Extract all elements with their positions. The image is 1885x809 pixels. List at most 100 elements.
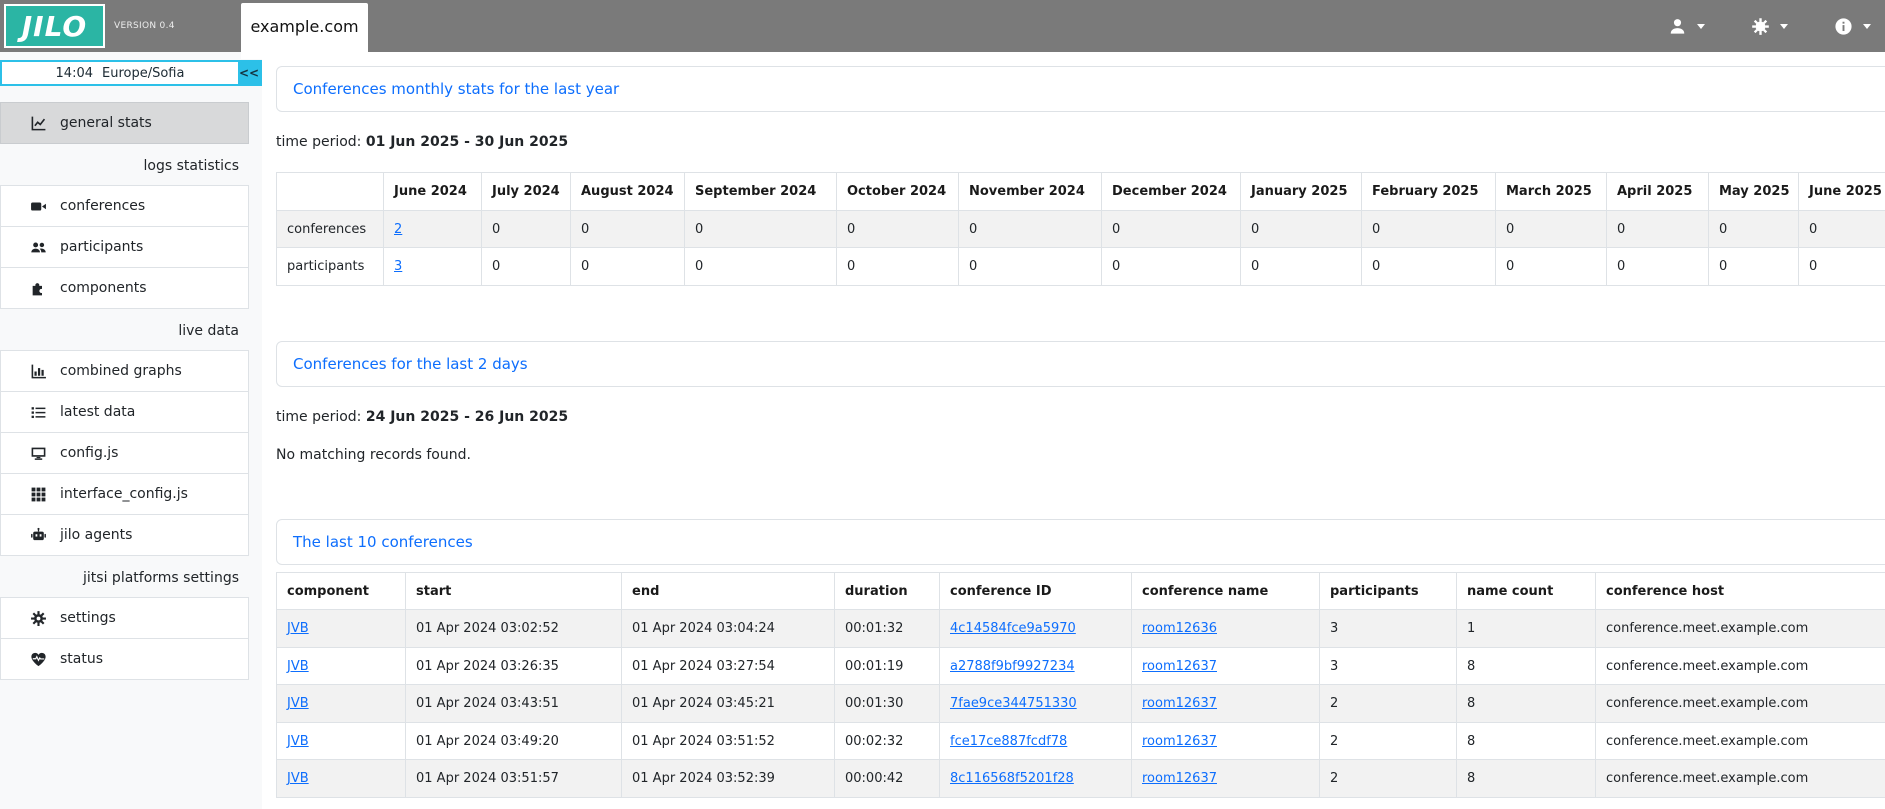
sidebar: 14:04 Europe/Sofia << general statslogs … — [0, 52, 262, 809]
sidebar-item-label: interface_config.js — [60, 486, 188, 502]
video-icon — [30, 198, 47, 215]
sidebar-item-general-stats[interactable]: general stats — [0, 102, 249, 144]
table-cell: 0 — [1102, 248, 1241, 286]
table-cell: 2 — [1320, 685, 1457, 723]
settings-menu[interactable] — [1751, 17, 1788, 36]
tab-example-com[interactable]: example.com — [241, 3, 368, 59]
table-cell: 0 — [482, 248, 571, 286]
time-period-value: 01 Jun 2025 - 30 Jun 2025 — [366, 134, 568, 150]
sidebar-section-label: live data — [0, 319, 249, 343]
sidebar-collapse-button[interactable]: << — [238, 62, 260, 84]
table-cell: JVB — [277, 722, 406, 760]
info-menu[interactable] — [1834, 17, 1871, 36]
table-cell: 8 — [1457, 647, 1596, 685]
table-cell: fce17ce887fcdf78 — [940, 722, 1132, 760]
table-cell: 01 Apr 2024 03:04:24 — [622, 610, 835, 648]
sidebar-nav: general statslogs statisticsconferencesp… — [0, 102, 262, 680]
user-menu[interactable] — [1668, 17, 1705, 36]
component-link[interactable]: JVB — [287, 659, 309, 674]
sidebar-item-config-js[interactable]: config.js — [0, 432, 249, 474]
list-icon — [30, 404, 47, 421]
table-row: JVB01 Apr 2024 03:49:2001 Apr 2024 03:51… — [277, 722, 1885, 760]
section-last-2-days: Conferences for the last 2 days time per… — [276, 341, 1885, 463]
conference-id-link[interactable]: fce17ce887fcdf78 — [950, 734, 1067, 749]
table-row: JVB01 Apr 2024 03:02:5201 Apr 2024 03:04… — [277, 610, 1885, 648]
table-cell: 01 Apr 2024 03:26:35 — [406, 647, 622, 685]
section-monthly-stats: Conferences monthly stats for the last y… — [276, 66, 1885, 286]
person-icon — [1668, 17, 1687, 36]
desktop-icon — [30, 445, 47, 462]
conference-id-link[interactable]: 8c116568f5201f28 — [950, 771, 1074, 786]
conference-id-link[interactable]: 7fae9ce344751330 — [950, 696, 1077, 711]
panel-monthly-stats: Conferences monthly stats for the last y… — [276, 66, 1885, 112]
column-header: conference host — [1596, 572, 1885, 610]
column-header: end — [622, 572, 835, 610]
table-cell: participants — [277, 248, 384, 286]
cell-link[interactable]: 2 — [394, 222, 402, 237]
column-header: November 2024 — [959, 173, 1102, 211]
table-cell: JVB — [277, 685, 406, 723]
table-cell: conference.meet.example.com — [1596, 722, 1885, 760]
table-cell: a2788f9bf9927234 — [940, 647, 1132, 685]
table-cell: 0 — [685, 248, 837, 286]
table-row: JVB01 Apr 2024 03:43:5101 Apr 2024 03:45… — [277, 685, 1885, 723]
table-cell: 0 — [1799, 248, 1885, 286]
sidebar-item-participants[interactable]: participants — [0, 226, 249, 268]
sidebar-item-latest-data[interactable]: latest data — [0, 391, 249, 433]
sidebar-item-interface-config-js[interactable]: interface_config.js — [0, 473, 249, 515]
table-header-row: June 2024July 2024August 2024September 2… — [277, 173, 1885, 211]
component-link[interactable]: JVB — [287, 771, 309, 786]
gear-icon — [1751, 17, 1770, 36]
panel-last-10-conferences: The last 10 conferences — [276, 519, 1885, 565]
table-cell: 0 — [1799, 210, 1885, 248]
component-link[interactable]: JVB — [287, 696, 309, 711]
table-cell: 0 — [959, 248, 1102, 286]
conference-id-link[interactable]: a2788f9bf9927234 — [950, 659, 1075, 674]
info-icon — [1834, 17, 1853, 36]
table-cell: 3 — [384, 248, 482, 286]
column-header: July 2024 — [482, 173, 571, 211]
conference-name-link[interactable]: room12637 — [1142, 771, 1217, 786]
conference-name-link[interactable]: room12637 — [1142, 659, 1217, 674]
sidebar-item-status[interactable]: status — [0, 638, 249, 680]
table-cell: conference.meet.example.com — [1596, 647, 1885, 685]
sidebar-item-label: conferences — [60, 198, 145, 214]
table-cell: 3 — [1320, 647, 1457, 685]
component-link[interactable]: JVB — [287, 621, 309, 636]
table-cell: 0 — [1362, 248, 1496, 286]
logo-text: JILO — [22, 10, 87, 43]
component-link[interactable]: JVB — [287, 734, 309, 749]
cell-link[interactable]: 3 — [394, 259, 402, 274]
section-title: Conferences monthly stats for the last y… — [293, 80, 1885, 98]
table-cell: 0 — [837, 210, 959, 248]
conference-id-link[interactable]: 4c14584fce9a5970 — [950, 621, 1076, 636]
sidebar-item-label: config.js — [60, 445, 118, 461]
table-cell: 0 — [571, 210, 685, 248]
table-cell: 01 Apr 2024 03:51:57 — [406, 760, 622, 798]
conference-name-link[interactable]: room12637 — [1142, 696, 1217, 711]
clock-timezone: Europe/Sofia — [102, 66, 184, 81]
table-cell: 0 — [1709, 210, 1799, 248]
sidebar-item-settings[interactable]: settings — [0, 597, 249, 639]
sidebar-item-combined-graphs[interactable]: combined graphs — [0, 350, 249, 392]
heart-pulse-icon — [30, 651, 47, 668]
header-menus — [1668, 0, 1871, 52]
table-cell: 01 Apr 2024 03:52:39 — [622, 760, 835, 798]
table-cell: 00:01:32 — [835, 610, 940, 648]
table-cell: 00:00:42 — [835, 760, 940, 798]
sidebar-item-jilo-agents[interactable]: jilo agents — [0, 514, 249, 556]
time-period: time period: 24 Jun 2025 - 26 Jun 2025 — [276, 409, 1885, 425]
jilo-logo: JILO — [4, 4, 105, 48]
sidebar-item-components[interactable]: components — [0, 267, 249, 309]
grid-icon — [30, 486, 47, 503]
column-header: January 2025 — [1241, 173, 1362, 211]
table-cell: 01 Apr 2024 03:45:21 — [622, 685, 835, 723]
sidebar-item-conferences[interactable]: conferences — [0, 185, 249, 227]
section-last-10-conferences: The last 10 conferences componentstarten… — [276, 519, 1885, 798]
section-title: The last 10 conferences — [293, 533, 1885, 551]
table-cell: 8c116568f5201f28 — [940, 760, 1132, 798]
conference-name-link[interactable]: room12636 — [1142, 621, 1217, 636]
time-period-label: time period: — [276, 409, 361, 425]
conference-name-link[interactable]: room12637 — [1142, 734, 1217, 749]
table-row: participants3000000000000 — [277, 248, 1885, 286]
